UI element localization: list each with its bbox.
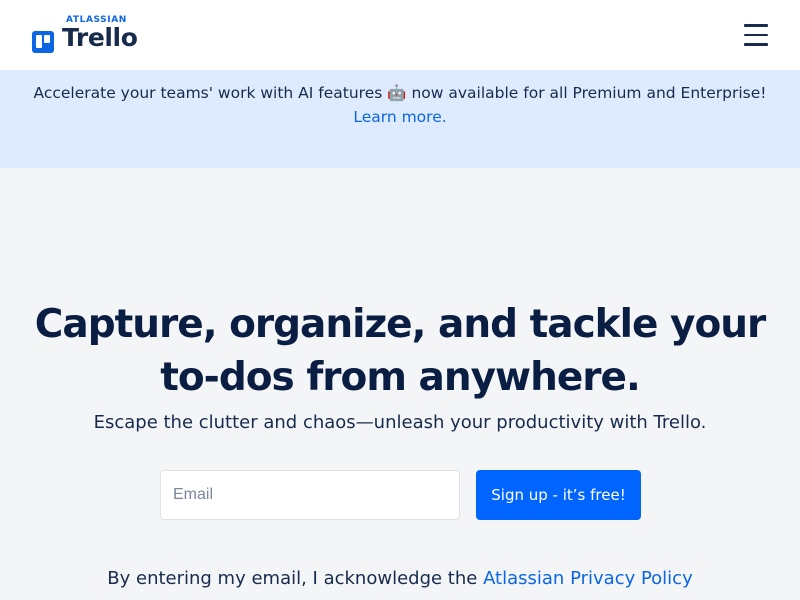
email-input[interactable] bbox=[160, 470, 460, 520]
signup-button[interactable]: Sign up - it’s free! bbox=[476, 470, 641, 520]
hero-title: Capture, organize, and tackle your to-do… bbox=[34, 302, 766, 400]
trello-wordmark: Trello bbox=[62, 23, 138, 52]
announcement-banner: Accelerate your teams' work with AI feat… bbox=[0, 70, 800, 168]
learn-more-link[interactable]: Learn more. bbox=[0, 106, 800, 128]
banner-text: Accelerate your teams' work with AI feat… bbox=[33, 84, 767, 102]
privacy-notice: By entering my email, I acknowledge the … bbox=[0, 566, 800, 592]
trello-logo-link[interactable]: ATLASSIAN Trello bbox=[32, 14, 152, 56]
hamburger-menu-icon[interactable] bbox=[740, 22, 772, 48]
trello-board-icon bbox=[32, 31, 54, 53]
site-header: ATLASSIAN Trello bbox=[0, 0, 800, 70]
hero-subtitle: Escape the clutter and chaos—unleash you… bbox=[93, 412, 707, 433]
privacy-policy-link[interactable]: Atlassian Privacy Policy bbox=[483, 568, 693, 589]
privacy-notice-text: By entering my email, I acknowledge the bbox=[107, 568, 484, 589]
